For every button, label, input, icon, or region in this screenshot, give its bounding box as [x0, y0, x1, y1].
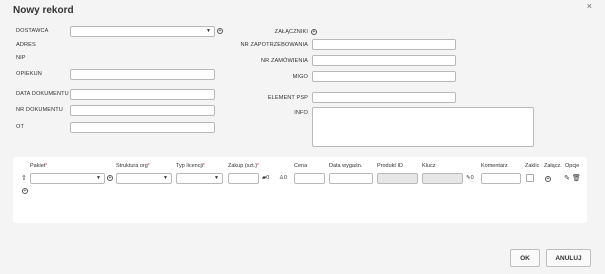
stock-indicator: ▰0 [262, 175, 270, 181]
data-wygasn-field[interactable] [329, 173, 373, 184]
nr-zamowienia-field[interactable] [312, 55, 456, 66]
label-nip: NIP [16, 55, 26, 61]
label-zalaczniki: ZAŁĄCZNIKI [274, 29, 308, 35]
label-migo: MIGO [292, 74, 308, 80]
add-pakiet-icon[interactable]: + [107, 175, 113, 181]
zakup-field[interactable] [228, 173, 259, 184]
header-data-wygasn: Data wygaśn. [329, 163, 363, 169]
opiekun-field[interactable] [70, 69, 215, 80]
header-pakiet: Pakiet* [30, 163, 48, 169]
ot-field[interactable] [70, 122, 215, 133]
chevron-down-icon: ▼ [214, 175, 219, 181]
anuluj-button[interactable]: ANULUJ [546, 249, 591, 267]
header-komentarz: Komentarz [481, 163, 508, 169]
chevron-down-icon: ▼ [163, 175, 168, 181]
add-dostawca-icon[interactable]: + [217, 28, 223, 34]
pakiet-select[interactable]: ▼ [30, 173, 105, 184]
label-adres: ADRES [16, 42, 36, 48]
label-nr-zamowienia: NR ZAMÓWIENIA [261, 58, 308, 64]
nr-dokumentu-field[interactable] [70, 105, 215, 116]
produkt-id-field [377, 173, 418, 184]
klucz-field [422, 173, 463, 184]
komentarz-edit[interactable]: ✎0 [466, 175, 474, 181]
trash-icon[interactable]: 🗑 [572, 174, 581, 182]
dostawca-select[interactable]: ▼ [70, 26, 215, 37]
user-indicator: ♙0 [279, 175, 287, 181]
nr-zapotrzebowania-field[interactable] [312, 39, 456, 50]
cena-field[interactable] [294, 173, 325, 184]
add-row-icon[interactable]: + [22, 188, 28, 194]
struktura-select[interactable]: ▼ [116, 173, 172, 184]
label-element-psp: ELEMENT PSP [267, 95, 308, 101]
label-dostawca: DOSTAWCA [16, 28, 49, 34]
arrow-up-icon[interactable]: ⇧ [21, 174, 27, 182]
data-dokumentu-field[interactable] [70, 89, 215, 100]
header-opcje: Opcje [565, 163, 580, 169]
komentarz-field[interactable] [481, 173, 521, 184]
element-psp-field[interactable] [312, 92, 456, 103]
add-attachment-row-icon[interactable]: + [545, 176, 551, 182]
header-zaklic: Zaklic [525, 163, 540, 169]
label-opiekun: OPIEKUN [16, 71, 42, 77]
header-typ-licencji: Typ licencji* [176, 163, 205, 169]
add-attachment-icon[interactable]: + [311, 29, 317, 35]
chevron-down-icon: ▼ [96, 175, 101, 181]
info-textarea[interactable] [312, 107, 534, 147]
ok-button[interactable]: OK [510, 249, 540, 267]
dialog-title: Nowy rekord [13, 5, 74, 16]
label-nr-dokumentu: NR DOKUMENTU [16, 107, 63, 113]
header-cena: Cena [294, 163, 308, 169]
typ-licencji-select[interactable]: ▼ [176, 173, 223, 184]
label-info: INFO [294, 110, 308, 116]
header-zakup: Zakup (szt.)* [228, 163, 259, 169]
zaklic-checkbox[interactable] [526, 174, 534, 182]
label-data-dokumentu: DATA DOKUMENTU [16, 91, 69, 97]
migo-field[interactable] [312, 71, 456, 82]
header-zalacz: Załącz. [544, 163, 562, 169]
header-struktura: Struktura org* [116, 163, 150, 169]
label-nr-zapotrzebowania: NR ZAPOTRZEBOWANIA [240, 42, 308, 48]
chevron-down-icon: ▼ [206, 28, 211, 34]
close-icon[interactable]: × [587, 1, 592, 11]
header-produkt-id: Produkt ID [377, 163, 403, 169]
label-ot: OT [16, 124, 24, 130]
pencil-icon[interactable]: ✎ [564, 174, 570, 182]
header-klucz: Klucz [422, 163, 436, 169]
